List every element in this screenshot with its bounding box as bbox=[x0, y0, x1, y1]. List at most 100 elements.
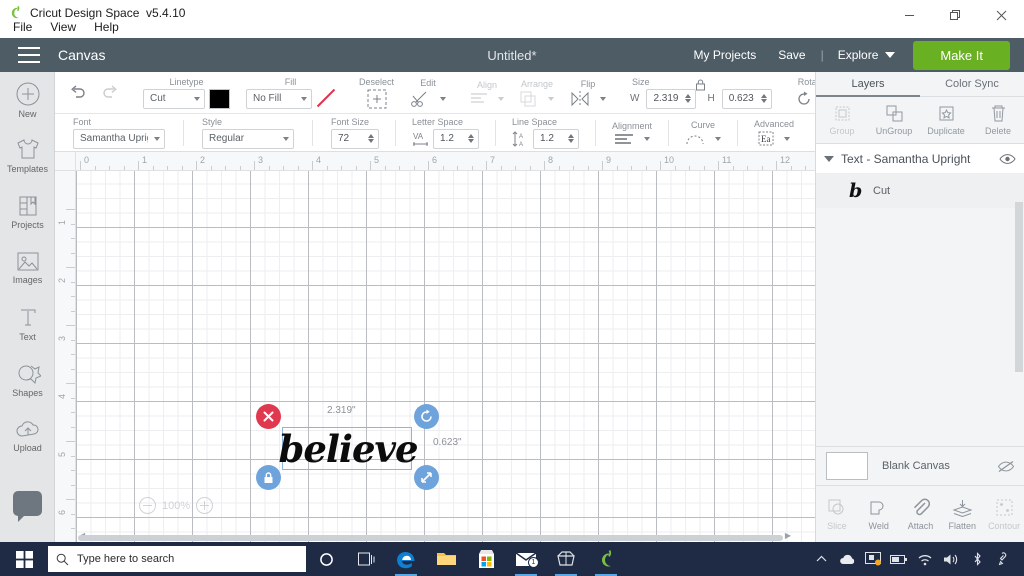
cortana-icon[interactable] bbox=[306, 542, 346, 576]
fill-select[interactable]: No Fill bbox=[246, 88, 312, 109]
my-projects-link[interactable]: My Projects bbox=[683, 48, 768, 62]
chevron-down-icon bbox=[644, 136, 651, 141]
chat-bubble-icon[interactable] bbox=[13, 491, 42, 522]
rail-item-upload[interactable]: Upload bbox=[0, 408, 55, 464]
scroll-thumb[interactable] bbox=[78, 535, 783, 541]
edit-group[interactable]: Edit bbox=[402, 72, 454, 113]
cricut-icon[interactable] bbox=[586, 542, 626, 576]
deselect-group[interactable]: Deselect bbox=[351, 72, 402, 113]
weld-button[interactable]: Weld bbox=[858, 486, 900, 542]
linetype-color-swatch[interactable] bbox=[209, 88, 230, 109]
zoom-out-icon[interactable] bbox=[139, 497, 156, 514]
width-input[interactable]: 2.319 bbox=[646, 88, 697, 109]
layer-row-text[interactable]: Text - Samantha Upright bbox=[816, 144, 1024, 174]
rail-item-templates[interactable]: Templates bbox=[0, 128, 55, 184]
resize-handle[interactable] bbox=[414, 465, 439, 490]
blank-canvas-row[interactable]: Blank Canvas bbox=[816, 446, 1024, 486]
height-stepper[interactable] bbox=[760, 94, 769, 103]
line-space-input[interactable]: 1.2 bbox=[533, 128, 579, 149]
chevron-down-icon bbox=[154, 136, 160, 141]
file-explorer-icon[interactable] bbox=[426, 542, 466, 576]
zoom-in-icon[interactable] bbox=[196, 497, 214, 514]
ruler-minor-tick bbox=[761, 166, 763, 170]
no-fill-icon[interactable] bbox=[316, 89, 335, 108]
height-input[interactable]: 0.623 bbox=[721, 88, 772, 109]
pen-icon[interactable] bbox=[990, 542, 1016, 576]
letter-space-stepper[interactable] bbox=[468, 134, 476, 143]
ungroup-button[interactable]: UnGroup bbox=[868, 97, 920, 143]
horizontal-scrollbar[interactable]: ◀ ▶ bbox=[55, 531, 815, 542]
task-view-icon[interactable] bbox=[346, 542, 386, 576]
font-size-stepper[interactable] bbox=[368, 134, 376, 143]
microsoft-store-icon[interactable] bbox=[466, 542, 506, 576]
advanced-group[interactable]: Advanced Ea bbox=[746, 114, 802, 151]
rail-item-projects[interactable]: Projects bbox=[0, 184, 55, 240]
letter-space-input[interactable]: 1.2 bbox=[433, 128, 479, 149]
font-select[interactable]: Samantha Upright bbox=[73, 128, 165, 149]
chevron-down-icon bbox=[784, 136, 791, 141]
flip-group[interactable]: Flip bbox=[562, 72, 614, 113]
line-space-stepper[interactable] bbox=[568, 134, 576, 143]
arrange-group: Arrange bbox=[512, 72, 562, 113]
rail-item-images[interactable]: Images bbox=[0, 240, 55, 296]
flatten-button[interactable]: Flatten bbox=[941, 486, 983, 542]
display-icon[interactable] bbox=[860, 542, 886, 576]
search-input[interactable]: Type here to search bbox=[48, 546, 306, 572]
battery-icon[interactable] bbox=[886, 542, 912, 576]
width-stepper[interactable] bbox=[685, 94, 693, 103]
save-button[interactable]: Save bbox=[767, 48, 816, 62]
lock-icon[interactable] bbox=[694, 78, 707, 91]
style-value: Regular bbox=[209, 133, 245, 144]
letter-space-icon: VA bbox=[413, 132, 428, 146]
layer-sublayer-cut[interactable]: b Cut bbox=[816, 174, 1024, 208]
mail-icon[interactable]: 1 bbox=[506, 542, 546, 576]
rail-label: Shapes bbox=[12, 388, 43, 398]
undo-icon[interactable] bbox=[69, 84, 87, 101]
rail-item-new[interactable]: New bbox=[0, 72, 55, 128]
paperclip-icon bbox=[913, 498, 930, 515]
edge-icon[interactable] bbox=[386, 542, 426, 576]
make-it-button[interactable]: Make It bbox=[913, 40, 1010, 70]
duplicate-button[interactable]: Duplicate bbox=[920, 97, 972, 143]
duplicate-label: Duplicate bbox=[927, 126, 965, 136]
bluetooth-icon[interactable] bbox=[964, 542, 990, 576]
panel-scroll-thumb[interactable] bbox=[1015, 202, 1023, 372]
book-icon bbox=[19, 196, 36, 216]
wifi-icon[interactable] bbox=[912, 542, 938, 576]
scroll-right-icon[interactable]: ▶ bbox=[785, 531, 791, 540]
alignment-group[interactable]: Alignment bbox=[604, 114, 660, 151]
volume-icon[interactable] bbox=[938, 542, 964, 576]
tab-color-sync[interactable]: Color Sync bbox=[920, 72, 1024, 97]
style-select[interactable]: Regular bbox=[202, 128, 294, 149]
linetype-select[interactable]: Cut bbox=[143, 88, 205, 109]
eye-off-icon[interactable] bbox=[997, 460, 1015, 473]
minimize-button[interactable] bbox=[886, 0, 932, 30]
font-size-input[interactable]: 72 bbox=[331, 128, 379, 149]
menu-view[interactable]: View bbox=[41, 18, 85, 37]
onedrive-icon[interactable] bbox=[834, 542, 860, 576]
font-group: Font Samantha Upright bbox=[55, 114, 173, 151]
chevron-up-icon[interactable] bbox=[808, 542, 834, 576]
design-canvas[interactable]: believe 2.319" 0.623" 0 1 2 3 4 5 6 7 8 … bbox=[55, 152, 815, 542]
rail-item-text[interactable]: Text bbox=[0, 296, 55, 352]
deselect-icon bbox=[367, 89, 386, 108]
chevron-down-icon bbox=[600, 96, 607, 101]
maximize-restore-button[interactable] bbox=[932, 0, 978, 30]
machine-selector[interactable]: Explore bbox=[828, 48, 906, 62]
tab-layers[interactable]: Layers bbox=[816, 72, 920, 97]
chevron-down-icon[interactable] bbox=[824, 155, 834, 162]
3d-viewer-icon[interactable] bbox=[546, 542, 586, 576]
lock-handle[interactable] bbox=[256, 465, 281, 490]
close-button[interactable] bbox=[978, 0, 1024, 30]
rail-item-shapes[interactable]: Shapes bbox=[0, 352, 55, 408]
text-object-believe[interactable]: believe bbox=[278, 426, 418, 471]
menu-help[interactable]: Help bbox=[85, 18, 128, 37]
rotate-handle[interactable] bbox=[414, 404, 439, 429]
curve-group[interactable]: Curve bbox=[677, 114, 729, 151]
start-button[interactable] bbox=[0, 542, 48, 576]
eye-icon[interactable] bbox=[999, 153, 1016, 165]
attach-button[interactable]: Attach bbox=[900, 486, 942, 542]
hamburger-menu-icon[interactable] bbox=[18, 47, 40, 63]
menu-file[interactable]: File bbox=[4, 18, 41, 37]
delete-handle[interactable] bbox=[256, 404, 281, 429]
